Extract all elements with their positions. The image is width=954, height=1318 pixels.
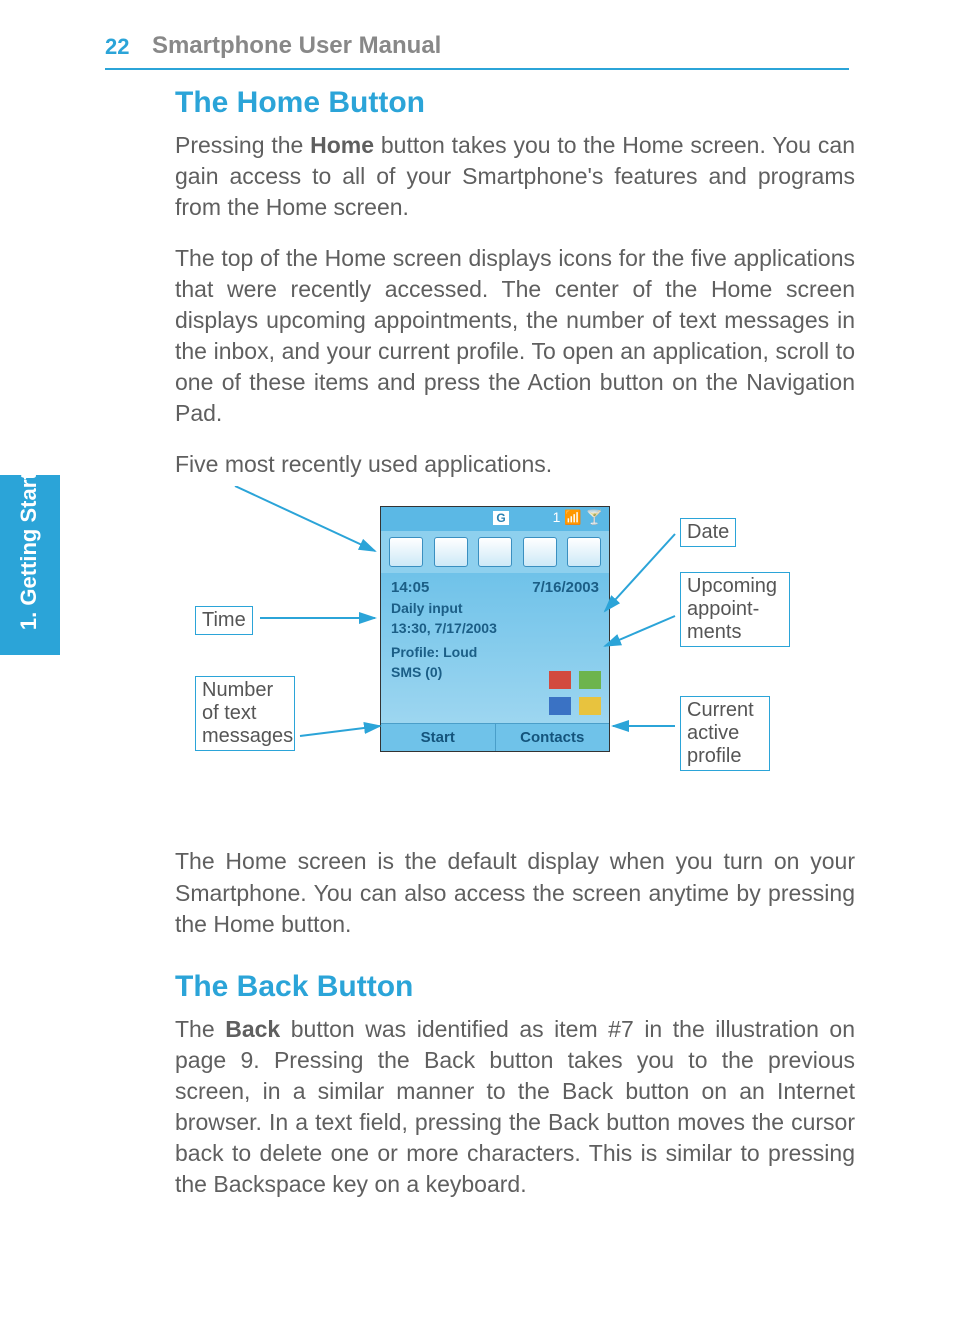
section-heading-home-button: The Home Button (175, 86, 855, 120)
chapter-tab: 1. Getting Started (0, 475, 60, 655)
section-heading-back-button: The Back Button (175, 970, 855, 1004)
phone-screenshot: G 1 📶 🍸 14:05 7/16/2003 Daily input 13:3… (380, 506, 610, 752)
paragraph: Pressing the Home button takes you to th… (175, 130, 855, 223)
text: Pressing the (175, 132, 310, 158)
bold-text: Home (310, 132, 374, 158)
softkey-start: Start (381, 724, 496, 751)
paragraph: The top of the Home screen displays icon… (175, 243, 855, 429)
windows-logo-icon (549, 671, 601, 715)
gprs-icon: G (493, 511, 508, 525)
annotation-time: Time (195, 606, 253, 635)
phone-event-title: Daily input (391, 600, 599, 616)
app-icon (434, 537, 468, 567)
bold-text: Back (225, 1016, 280, 1042)
phone-status-bar: G 1 📶 🍸 (381, 507, 609, 531)
phone-event-time: 13:30, 7/17/2003 (391, 620, 599, 636)
figure-caption: Five most recently used applications. (175, 449, 855, 480)
status-icons: 1 📶 🍸 (553, 509, 603, 525)
phone-date: 7/16/2003 (532, 579, 599, 596)
recent-apps-row (381, 531, 609, 573)
page-header: 22 Smartphone User Manual (105, 32, 849, 70)
app-icon (478, 537, 512, 567)
annotation-date: Date (680, 518, 736, 547)
paragraph: The Home screen is the default display w… (175, 846, 855, 939)
document-title: Smartphone User Manual (152, 32, 441, 60)
phone-profile: Profile: Loud (391, 644, 599, 660)
phone-softkey-bar: Start Contacts (381, 723, 609, 751)
chapter-tab-label: 1. Getting Started (17, 500, 41, 630)
app-icon (389, 537, 423, 567)
phone-body: 14:05 7/16/2003 Daily input 13:30, 7/17/… (381, 573, 609, 723)
page-content: The Home Button Pressing the Home button… (175, 86, 855, 1220)
paragraph: The Back button was identified as item #… (175, 1014, 855, 1200)
app-icon (567, 537, 601, 567)
annotation-profile: Current active profile (680, 696, 770, 771)
text: button was identified as item #7 in the … (175, 1016, 855, 1197)
phone-time: 14:05 (391, 579, 429, 596)
softkey-contacts: Contacts (496, 724, 610, 751)
page-number: 22 (105, 34, 129, 60)
header-rule (105, 68, 849, 70)
annotation-upcoming: Upcoming appoint-ments (680, 572, 790, 647)
text: The (175, 1016, 225, 1042)
app-icon (523, 537, 557, 567)
annotation-sms-count: Number of text messages (195, 676, 295, 751)
home-screen-diagram: Time Number of text messages Date Upcomi… (175, 486, 855, 826)
